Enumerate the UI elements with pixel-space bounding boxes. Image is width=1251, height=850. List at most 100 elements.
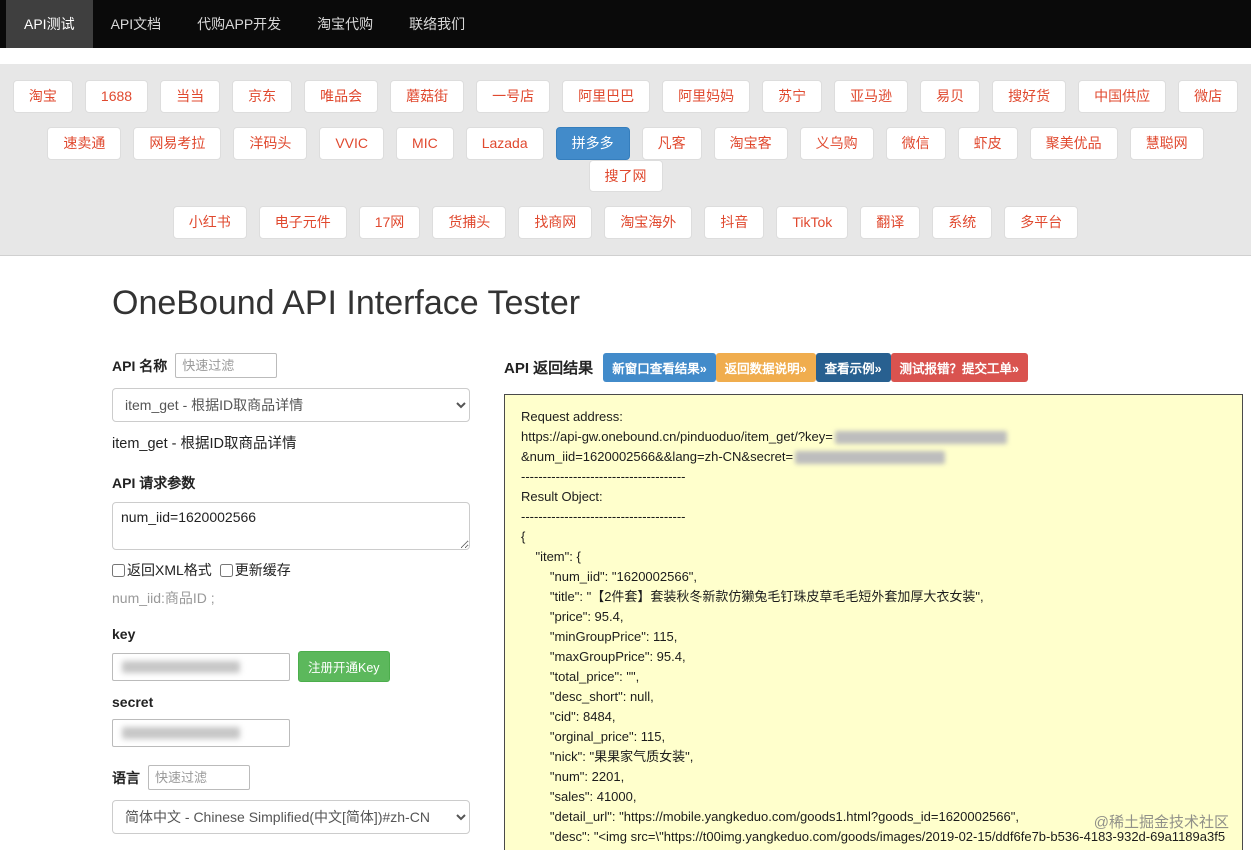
platform-button[interactable]: 抖音 — [704, 206, 765, 240]
language-label: 语言 — [112, 769, 140, 786]
result-label: API 返回结果 — [504, 360, 594, 378]
nav-tab[interactable]: 代购APP开发 — [179, 0, 299, 48]
secret-label: secret — [112, 694, 154, 711]
platform-button[interactable]: 一号店 — [476, 80, 551, 113]
top-navigation: API测试 API文档 代购APP开发 淘宝代购 联络我们 — [0, 0, 1251, 48]
main-content: OneBound API Interface Tester API 名称 ite… — [0, 256, 1251, 850]
platform-button[interactable]: 中国供应 — [1078, 80, 1167, 113]
platform-button[interactable]: 聚美优品 — [1029, 126, 1118, 160]
api-form: API 名称 item_get - 根据ID取商品详情 item_get - 根… — [112, 353, 470, 850]
language-select[interactable]: 简体中文 - Chinese Simplified(中文[简体])#zh-CN — [112, 800, 470, 835]
api-result-box[interactable]: Request address: https://api-gw.onebound… — [504, 394, 1243, 850]
params-label: API 请求参数 — [112, 475, 196, 492]
platform-button[interactable]: 易贝 — [920, 80, 981, 113]
page: API测试 API文档 代购APP开发 淘宝代购 联络我们 淘宝 1688 当当 京东… — [0, 0, 1251, 850]
format-options: 返回XML格式 更新缓存 — [112, 560, 470, 580]
cache-checkbox-label[interactable]: 更新缓存 — [219, 560, 291, 580]
register-key-button[interactable]: 注册开通Key — [298, 651, 390, 683]
platform-button[interactable]: 系统 — [932, 206, 993, 240]
divider-line: -------------------------------------- — [521, 469, 686, 485]
request-url-line1: https://api-gw.onebound.cn/pinduoduo/ite… — [521, 427, 1226, 447]
platform-button[interactable]: 淘宝 — [12, 80, 73, 113]
platform-button[interactable]: MIC — [396, 126, 454, 160]
platform-button[interactable]: 慧聪网 — [1129, 126, 1204, 160]
page-title: OneBound API Interface Tester — [112, 284, 581, 323]
nav-tab-label: API文档 — [110, 16, 162, 32]
result-action-button[interactable]: 查看示例» — [815, 353, 891, 383]
nav-tab-label: 淘宝代购 — [317, 16, 374, 32]
result-action-button[interactable]: 测试报错？提交工单» — [890, 353, 1028, 383]
platform-button[interactable]: 微信 — [885, 126, 946, 160]
platform-button[interactable]: 拼多多 — [555, 126, 630, 160]
platform-button[interactable]: 1688 — [84, 80, 149, 113]
xml-checkbox-text: 返回XML格式 — [127, 562, 212, 579]
platform-button[interactable]: 洋码头 — [233, 126, 308, 160]
request-address-label: Request address: — [521, 409, 623, 425]
platform-button[interactable]: 亚马逊 — [834, 80, 909, 113]
blurred-secret-param — [795, 451, 946, 465]
blurred-key-param — [834, 431, 1007, 445]
result-action-button[interactable]: 返回数据说明» — [715, 353, 816, 383]
nav-tab-label: 代购APP开发 — [197, 16, 282, 32]
platform-button[interactable]: 阿里巴巴 — [562, 80, 651, 113]
api-description: item_get - 根据ID取商品详情 — [112, 436, 297, 453]
platform-row-2: 速卖通 网易考拉 洋码头 VVIC MIC Lazada 拼多多 凡客 淘宝客 义乌购 微信 虾皮 聚美… — [0, 126, 1251, 193]
params-textarea[interactable]: num_iid=1620002566 — [112, 502, 470, 551]
result-header: API 返回结果 新窗口查看结果» 返回数据说明» 查看示例» 测试报错？提交工单» — [504, 353, 1243, 383]
params-hint: num_iid:商品ID ; — [112, 590, 215, 607]
platform-button[interactable]: 苏宁 — [762, 80, 823, 113]
secret-input[interactable] — [112, 719, 290, 748]
platform-button[interactable]: VVIC — [319, 126, 385, 160]
platform-button[interactable]: 淘宝客 — [713, 126, 788, 160]
result-header-buttons: 新窗口查看结果» 返回数据说明» 查看示例» 测试报错？提交工单» — [603, 353, 1028, 383]
result-action-button[interactable]: 新窗口查看结果» — [603, 353, 716, 383]
nav-tab[interactable]: 联络我们 — [391, 0, 483, 48]
platform-button[interactable]: 微店 — [1178, 80, 1239, 113]
platform-row-3: 小红书 电子元件 17网 货捕头 找商网 淘宝海外 抖音 TikTok 翻译 系统 多平台 — [0, 206, 1251, 240]
platform-button[interactable]: 找商网 — [518, 206, 593, 240]
platform-button[interactable]: 17网 — [358, 206, 421, 240]
language-filter-input[interactable] — [148, 765, 250, 791]
platform-row-1: 淘宝 1688 当当 京东 唯品会 蘑菇街 一号店 阿里巴巴 阿里妈妈 苏宁 亚马逊 易贝 搜好货 中国供… — [0, 80, 1251, 113]
xml-checkbox[interactable] — [112, 563, 125, 577]
platform-button[interactable]: 京东 — [232, 80, 293, 113]
platform-button[interactable]: 货捕头 — [432, 206, 507, 240]
nav-tab[interactable]: API测试 — [6, 0, 93, 48]
api-result-section: API 返回结果 新窗口查看结果» 返回数据说明» 查看示例» 测试报错？提交工单» … — [504, 353, 1243, 850]
request-url-line2: &num_iid=1620002566&&lang=zh-CN&secret= — [521, 447, 1226, 467]
platform-button[interactable]: Lazada — [465, 126, 544, 160]
xml-checkbox-label[interactable]: 返回XML格式 — [112, 560, 212, 580]
api-select[interactable]: item_get - 根据ID取商品详情 — [112, 388, 470, 423]
platform-button[interactable]: TikTok — [776, 206, 849, 240]
platform-button[interactable]: 搜好货 — [992, 80, 1067, 113]
cache-checkbox[interactable] — [219, 563, 233, 577]
key-input[interactable] — [112, 652, 290, 681]
nav-tab[interactable]: API文档 — [93, 0, 180, 48]
key-label: key — [112, 626, 136, 643]
nav-tab[interactable]: 淘宝代购 — [299, 0, 391, 48]
platform-button[interactable]: 凡客 — [641, 126, 702, 160]
platform-button[interactable]: 网易考拉 — [133, 126, 222, 160]
platform-band: 淘宝 1688 当当 京东 唯品会 蘑菇街 一号店 阿里巴巴 阿里妈妈 苏宁 亚马逊 易贝 搜好货 中国供… — [0, 64, 1251, 257]
platform-button[interactable]: 翻译 — [860, 206, 921, 240]
result-object-label: Result Object: — [521, 489, 603, 505]
divider-line: -------------------------------------- — [521, 509, 686, 525]
platform-button[interactable]: 多平台 — [1004, 206, 1079, 240]
platform-button[interactable]: 小红书 — [172, 206, 247, 240]
nav-tab-label: API测试 — [24, 16, 75, 32]
nav-tab-label: 联络我们 — [409, 16, 466, 32]
api-filter-input[interactable] — [175, 353, 278, 379]
platform-button[interactable]: 当当 — [160, 80, 221, 113]
platform-button[interactable]: 速卖通 — [47, 126, 122, 160]
platform-button[interactable]: 蘑菇街 — [390, 80, 465, 113]
platform-button[interactable]: 搜了网 — [588, 159, 663, 193]
cache-checkbox-text: 更新缓存 — [234, 562, 291, 579]
platform-button[interactable]: 虾皮 — [957, 126, 1018, 160]
api-name-label: API 名称 — [112, 357, 168, 374]
platform-button[interactable]: 阿里妈妈 — [662, 80, 751, 113]
platform-button[interactable]: 淘宝海外 — [604, 206, 693, 240]
platform-button[interactable]: 电子元件 — [258, 206, 347, 240]
platform-button[interactable]: 义乌购 — [799, 126, 874, 160]
result-json-body: { "item": { "num_iid": "1620002566", "ti… — [521, 529, 1226, 850]
platform-button[interactable]: 唯品会 — [304, 80, 379, 113]
